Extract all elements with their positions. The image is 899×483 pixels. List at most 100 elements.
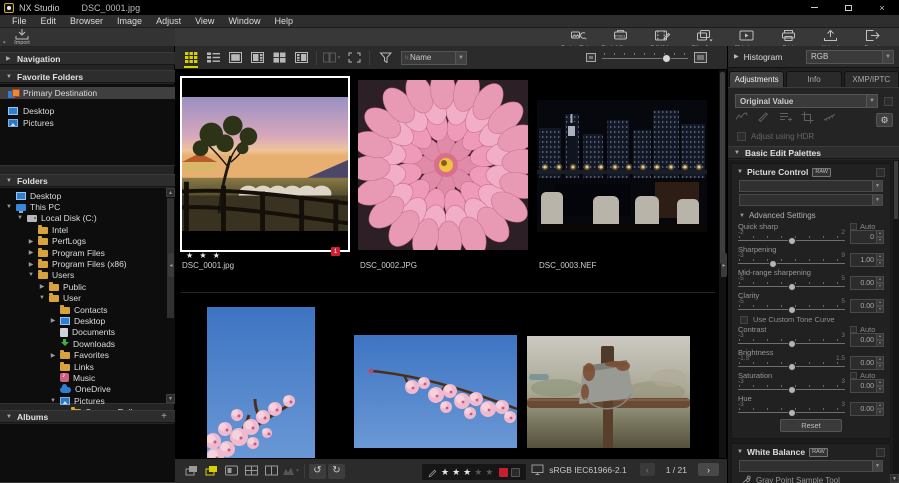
folder-tree-item-user[interactable]: ▼ User — [0, 293, 165, 304]
preset-checkbox[interactable] — [884, 96, 893, 106]
white-balance-header[interactable]: ▼ White Balance RAW — [737, 446, 885, 458]
multi-view-button[interactable]: .vst{stroke:currentColor;fill:none;strok… — [269, 48, 289, 68]
tab-xmp-iptc[interactable]: XMP/IPTC — [843, 71, 899, 87]
slider-value[interactable]: 1.00 — [850, 253, 877, 267]
star-filled-icon[interactable]: ★ — [452, 467, 460, 477]
slider-knob[interactable] — [787, 306, 796, 314]
split-preview-button[interactable]: .vst{stroke:currentColor;fill:none;strok… — [261, 462, 281, 480]
sidebar-collapse-handle[interactable]: ◂ — [168, 253, 174, 277]
slider-knob[interactable] — [769, 260, 778, 268]
chevron-right-icon[interactable]: ▶ — [28, 249, 34, 256]
menu-adjust[interactable]: Adjust — [150, 16, 187, 26]
sort-select[interactable]: ↑↓ Name ▼ — [401, 50, 467, 65]
thumbnail-dsc-0002-jpg[interactable] — [358, 80, 528, 250]
next-image-button[interactable]: › — [698, 463, 719, 476]
favorite-item-pictures[interactable]: Pictures — [0, 117, 175, 129]
slider-track[interactable] — [738, 339, 845, 348]
menu-file[interactable]: File — [6, 16, 33, 26]
tree-scroll-up-button[interactable]: ▲ — [166, 188, 175, 197]
crop-icon[interactable]: .vst{stroke:currentColor;fill:none;strok… — [801, 111, 814, 129]
thumbnail-dsc-0001-jpg[interactable] — [180, 76, 350, 252]
chevron-down-icon[interactable]: ▼ — [28, 272, 34, 278]
folder-tree-item-users[interactable]: ▼ Users — [0, 270, 165, 281]
thumbnail-dsc-0003-nef[interactable] — [537, 100, 707, 232]
chevron-right-icon[interactable]: ▶ — [28, 261, 34, 268]
slider-value[interactable]: 0.00 — [850, 356, 877, 370]
hdr-checkbox[interactable] — [737, 132, 746, 141]
slider-track[interactable] — [738, 282, 845, 291]
fullscreen-button[interactable]: .vst{stroke:currentColor;fill:none;strok… — [344, 48, 364, 68]
slider-value[interactable]: 0.00 — [850, 333, 877, 347]
settings-gear-button[interactable]: ⚙ — [876, 113, 893, 127]
folder-tree-item-onedrive[interactable]: OneDrive — [0, 384, 165, 395]
folder-tree-item-intel[interactable]: Intel — [0, 224, 165, 235]
auto-checkbox[interactable] — [850, 325, 857, 333]
folder-tree-item-downloads[interactable]: Downloads — [0, 338, 165, 349]
value-spinner[interactable]: ▲ ▼ — [877, 356, 884, 370]
picture-control-header[interactable]: ▼ Picture Control RAW — [737, 166, 885, 178]
tab-adjustments[interactable]: Adjustments — [729, 71, 785, 87]
star-empty-icon[interactable]: ★ — [474, 467, 482, 477]
chevron-down-icon[interactable]: ▼ — [39, 295, 45, 301]
thumbnail-label-badge[interactable]: 1 — [331, 247, 340, 256]
picture-control-select-1[interactable]: ▼ — [739, 180, 883, 192]
value-spinner[interactable]: ▲ ▼ — [877, 299, 884, 313]
folder-tree-item-desktop[interactable]: ▶ Desktop — [0, 315, 165, 326]
four-preview-button[interactable]: .vst{stroke:currentColor;fill:none;strok… — [241, 462, 261, 480]
favorite-item-primary-destination[interactable]: Primary Destination — [0, 87, 175, 99]
picture-control-select-2[interactable]: ▼ — [739, 194, 883, 206]
single-preview-button[interactable]: .vst{stroke:currentColor;fill:none;strok… — [221, 462, 241, 480]
value-spinner[interactable]: ▲ ▼ — [877, 253, 884, 267]
slider-knob[interactable] — [787, 340, 796, 348]
panel-scrollbar[interactable] — [893, 160, 899, 483]
image-filmstrip-view-button[interactable]: .vst{stroke:currentColor;fill:none;strok… — [247, 48, 267, 68]
menu-window[interactable]: Window — [222, 16, 266, 26]
folder-tree-item-documents[interactable]: Documents — [0, 327, 165, 338]
filter-button[interactable]: .vst{stroke:currentColor;fill:none;strok… — [375, 48, 395, 68]
slider-value[interactable]: 0.00 — [850, 379, 877, 393]
thumbnail-only-view-button[interactable]: .vst{stroke:currentColor;fill:none;strok… — [181, 462, 201, 480]
copy-adjustments-icon[interactable]: .vst{stroke:currentColor;fill:none;strok… — [735, 111, 748, 129]
auto-checkbox[interactable] — [850, 371, 857, 379]
slider-value[interactable]: 0.00 — [850, 276, 877, 290]
chevron-right-icon[interactable]: ▶ — [39, 283, 45, 290]
thumbnail-smaller-button[interactable] — [586, 53, 596, 62]
filmstrip-view-button[interactable]: .vst{stroke:currentColor;fill:none;strok… — [201, 462, 221, 480]
folder-tree-item-desktop[interactable]: Desktop — [0, 190, 165, 201]
straighten-icon[interactable]: .vst{stroke:currentColor;fill:none;strok… — [823, 111, 836, 129]
slider-value[interactable]: 0 — [850, 230, 877, 244]
minimize-button[interactable] — [797, 0, 831, 15]
folder-tree-item-program-files[interactable]: ▶ Program Files — [0, 247, 165, 258]
single-image-view-button[interactable]: .vst{stroke:currentColor;fill:none;strok… — [225, 48, 245, 68]
rotate-ccw-button[interactable]: ↺ — [309, 463, 326, 479]
value-spinner[interactable]: ▲ ▼ — [877, 230, 884, 244]
toolbar-collapse-arrow[interactable]: ▴ — [3, 40, 6, 45]
advanced-settings-header[interactable]: ▼ Advanced Settings — [739, 210, 885, 221]
folder-tree-item-public[interactable]: ▶ Public — [0, 281, 165, 292]
folder-tree-item-contacts[interactable]: Contacts — [0, 304, 165, 315]
adjustment-preset-select[interactable]: Original Value ▼ — [735, 94, 878, 108]
slider-track[interactable] — [738, 408, 845, 417]
slider-knob[interactable] — [787, 237, 796, 245]
add-album-button[interactable]: + — [161, 411, 167, 421]
chevron-down-icon[interactable]: ▼ — [17, 215, 23, 221]
slider-track[interactable] — [738, 236, 845, 245]
histogram-header[interactable]: ▶ Histogram RGB ▼ — [728, 46, 899, 68]
auto-checkbox[interactable] — [850, 222, 857, 230]
grid-view-button[interactable]: .vst{stroke:currentColor;fill:none;strok… — [181, 48, 201, 68]
folder-tree-item-perflogs[interactable]: ▶ PerfLogs — [0, 236, 165, 247]
close-button[interactable]: × — [865, 0, 899, 15]
chevron-right-icon[interactable]: ▶ — [28, 238, 34, 245]
slider-knob[interactable] — [787, 283, 796, 291]
thumbnail-size-slider[interactable] — [602, 52, 688, 64]
thumbnail-larger-button[interactable] — [694, 52, 707, 63]
folder-tree-item-local-disk-c[interactable]: ▼ Local Disk (C:) — [0, 213, 165, 224]
value-spinner[interactable]: ▲ ▼ — [877, 333, 884, 347]
favorite-folders-section-header[interactable]: ▼ Favorite Folders — [0, 70, 175, 83]
menu-view[interactable]: View — [189, 16, 220, 26]
chevron-right-icon[interactable]: ▶ — [50, 317, 56, 324]
folder-tree-item-music[interactable]: Music — [0, 372, 165, 383]
value-spinner[interactable]: ▲ ▼ — [877, 276, 884, 290]
slider-knob[interactable] — [662, 53, 671, 63]
section-checkbox[interactable] — [876, 447, 885, 457]
